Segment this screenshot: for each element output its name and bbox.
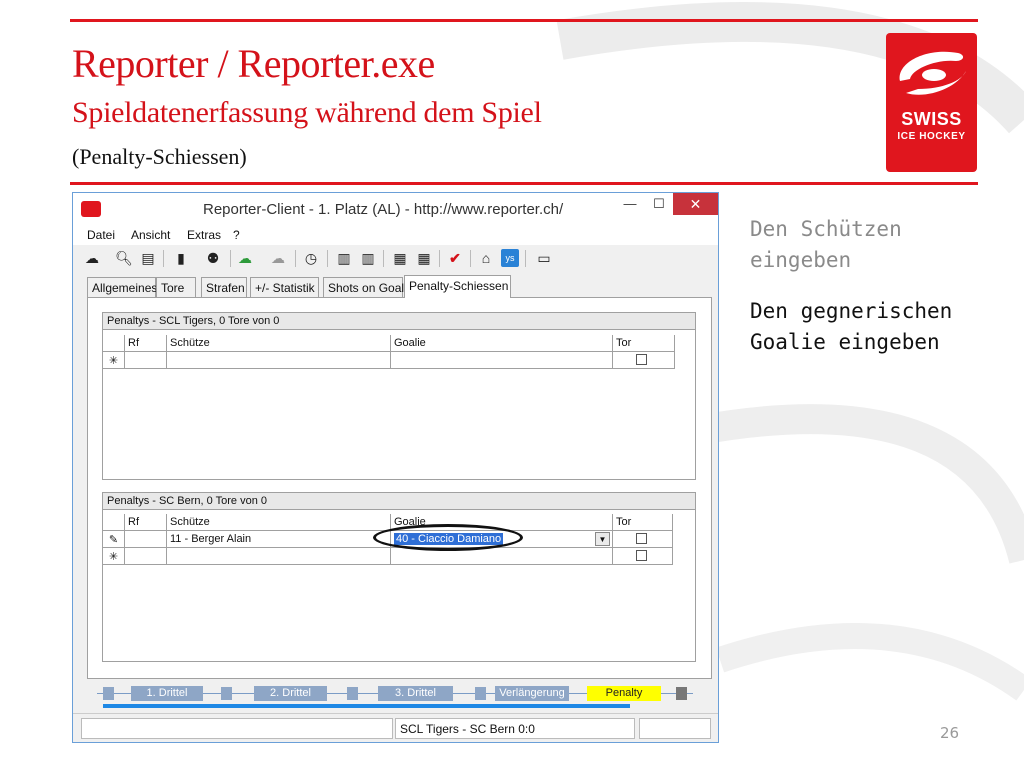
tor-checkbox[interactable] [636, 550, 647, 561]
timeline-marker[interactable] [221, 687, 232, 700]
save-icon[interactable]: ▤ [139, 249, 157, 267]
team-home-icon[interactable]: ▥ [335, 249, 353, 267]
players-icon[interactable]: ⚉ [204, 249, 222, 267]
clipboard-icon[interactable]: ▮ [172, 249, 190, 267]
tv-icon[interactable]: ▭ [535, 249, 553, 267]
slide-subnote: (Penalty-Schiessen) [72, 144, 247, 169]
cell-goalie[interactable] [391, 352, 613, 369]
bottom-rule [70, 182, 978, 185]
menu-datei[interactable]: Datei [87, 228, 115, 242]
status-panel-right [639, 718, 711, 739]
col-tor: Tor [613, 514, 673, 531]
logo-text-ice-hockey: ICE HOCKEY [897, 131, 966, 142]
period-overtime[interactable]: Verlängerung [495, 686, 569, 701]
team-list-icon[interactable]: ▦ [415, 249, 433, 267]
menu-ansicht[interactable]: Ansicht [131, 228, 170, 242]
menu-help[interactable]: ? [233, 228, 240, 242]
notes: Den Schützen eingeben Den gegnerischen G… [750, 214, 1010, 358]
penalty-grid-guest: Penaltys - SC Bern, 0 Tore von 0 Rf Schü… [102, 492, 696, 662]
title-bar[interactable]: Reporter-Client - 1. Platz (AL) - http:/… [73, 193, 718, 225]
timeline-marker[interactable] [103, 687, 114, 700]
period-2[interactable]: 2. Drittel [254, 686, 327, 701]
grid-caption: Penaltys - SCL Tigers, 0 Tore von 0 [103, 313, 695, 330]
col-schuetze: Schütze [167, 514, 391, 531]
search-icon[interactable]: 🔍︎ [115, 249, 133, 267]
cell-goalie[interactable] [391, 548, 613, 565]
grid-caption: Penaltys - SC Bern, 0 Tore von 0 [103, 493, 695, 510]
chevron-down-icon[interactable]: ▼ [595, 532, 610, 546]
new-row-marker: ✳ [103, 548, 125, 565]
col-marker [103, 335, 125, 352]
swiss-ice-hockey-logo: SWISS ICE HOCKEY [886, 33, 977, 172]
cell-tor[interactable] [613, 548, 673, 565]
tab-strip: Allgemeines Tore Strafen +/- Statistik S… [87, 275, 707, 298]
highlight-circle [373, 524, 523, 551]
app-icon [81, 201, 101, 217]
period-3[interactable]: 3. Drittel [378, 686, 453, 701]
checkmark-icon[interactable]: ✔ [446, 249, 464, 267]
status-score: SCL Tigers - SC Bern 0:0 [395, 718, 635, 739]
timeline-end-marker[interactable] [676, 687, 687, 700]
period-1[interactable]: 1. Drittel [131, 686, 203, 701]
col-rf: Rf [125, 514, 167, 531]
ys-icon[interactable]: ys [501, 249, 519, 267]
logo-text-swiss: SWISS [901, 109, 962, 129]
tab-plus-minus[interactable]: +/- Statistik [250, 277, 319, 297]
cell-rf[interactable] [125, 352, 167, 369]
minimize-button[interactable]: — [617, 193, 643, 215]
edit-row-marker: ✎ [103, 531, 125, 548]
col-marker [103, 514, 125, 531]
period-timeline: 1. Drittel 2. Drittel 3. Drittel Verläng… [91, 684, 701, 708]
cell-schuetze[interactable] [167, 548, 391, 565]
col-schuetze: Schütze [167, 335, 391, 352]
cloud-x-icon[interactable]: ☁ [269, 249, 287, 267]
page-number: 26 [940, 724, 960, 742]
tab-penalty-schiessen[interactable]: Penalty-Schiessen [404, 275, 511, 298]
team-guest-icon[interactable]: ▥ [359, 249, 377, 267]
puck-swoosh-icon [899, 51, 966, 95]
upload-cloud-icon[interactable]: ☁ [83, 249, 101, 267]
col-rf: Rf [125, 335, 167, 352]
slide-subtitle: Spieldatenerfassung während dem Spiel [72, 96, 542, 129]
tab-shots-on-goal[interactable]: Shots on Goal [323, 277, 404, 297]
tab-tore[interactable]: Tore [156, 277, 196, 297]
window-title: Reporter-Client - 1. Platz (AL) - http:/… [203, 201, 564, 218]
cell-tor[interactable] [613, 531, 673, 548]
period-penalty[interactable]: Penalty [587, 686, 661, 701]
tor-checkbox[interactable] [636, 354, 647, 365]
close-button[interactable]: ✕ [673, 193, 718, 215]
new-row-marker: ✳ [103, 352, 125, 369]
menu-bar: Datei Ansicht Extras ? [73, 225, 718, 245]
tab-panel: Penaltys - SCL Tigers, 0 Tore von 0 Rf S… [87, 297, 712, 679]
slide-title: Reporter / Reporter.exe [72, 41, 435, 86]
reporter-window: Reporter-Client - 1. Platz (AL) - http:/… [72, 192, 719, 743]
note-goalie: Den gegnerischen Goalie eingeben [750, 299, 953, 354]
team-swap-icon[interactable]: ▦ [391, 249, 409, 267]
house-icon[interactable]: ⌂ [477, 249, 495, 267]
toolbar: ☁ 🔍︎ ▤ ▮ ⚉ ☁ ☁ ◷ ▥ ▥ ▦ ▦ ✔ ⌂ ys ▭ [73, 245, 718, 271]
note-shooter: Den Schützen eingeben [750, 217, 902, 272]
timeline-marker[interactable] [347, 687, 358, 700]
top-rule [70, 19, 978, 22]
cell-schuetze[interactable]: 11 - Berger Alain [167, 531, 391, 548]
cell-rf[interactable] [125, 548, 167, 565]
menu-extras[interactable]: Extras [187, 228, 221, 242]
maximize-button[interactable]: ☐ [646, 193, 672, 215]
status-panel-left [81, 718, 393, 739]
status-bar: SCL Tigers - SC Bern 0:0 [73, 713, 718, 742]
timeline-marker[interactable] [475, 687, 486, 700]
cell-rf[interactable] [125, 531, 167, 548]
timeline-progress [103, 704, 630, 708]
penalty-grid-home: Penaltys - SCL Tigers, 0 Tore von 0 Rf S… [102, 312, 696, 480]
cell-schuetze[interactable] [167, 352, 391, 369]
col-goalie: Goalie [391, 335, 613, 352]
cloud-up-icon[interactable]: ☁ [236, 249, 254, 267]
tor-checkbox[interactable] [636, 533, 647, 544]
tab-strafen[interactable]: Strafen [201, 277, 247, 297]
cell-tor[interactable] [613, 352, 675, 369]
stopwatch-icon[interactable]: ◷ [302, 249, 320, 267]
tab-allgemeines[interactable]: Allgemeines [87, 277, 157, 297]
col-tor: Tor [613, 335, 675, 352]
